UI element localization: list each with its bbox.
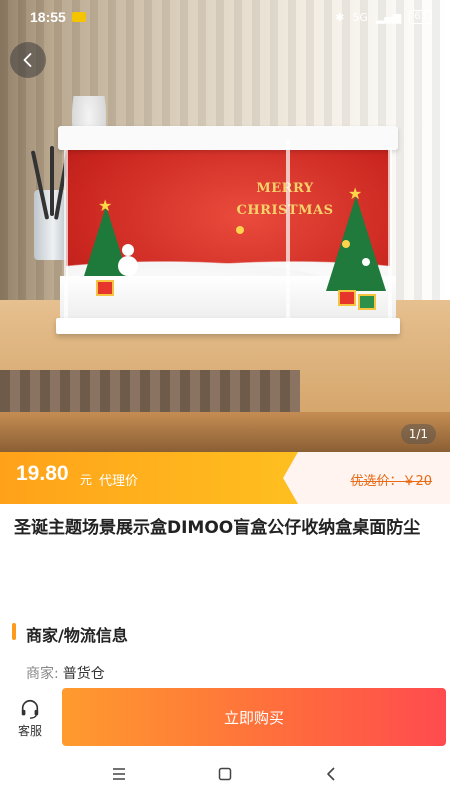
desk-edge <box>0 412 450 452</box>
ornament <box>362 258 370 266</box>
snowman <box>118 256 138 276</box>
gift-box <box>338 290 356 306</box>
original-price: 优选价：￥20 <box>350 474 432 489</box>
triangle-back-icon <box>327 767 335 781</box>
display-box-edge <box>286 140 290 330</box>
menu-icon <box>113 768 125 780</box>
agent-price-label: 代理价 <box>99 474 139 489</box>
price-banner: 19.80 元 代理价 优选价：￥20 <box>0 452 450 504</box>
display-box-base <box>56 318 400 334</box>
product-title: 圣诞主题场景展示盒DIMOO盲盒公仔收纳盒桌面防尘 <box>14 518 421 538</box>
image-counter: 1/1 <box>400 424 436 444</box>
signal-icon: ▂▄▆ <box>375 10 402 24</box>
merchant-key: 商家: <box>26 666 59 682</box>
snowman-head <box>122 244 134 256</box>
headset-icon <box>21 699 39 719</box>
status-bar: 18:55 ✱ 5G ▂▄▆ 63 <box>0 0 450 34</box>
customer-service-label: 客服 <box>17 723 42 738</box>
banner-line: MERRY <box>256 181 314 196</box>
back-button[interactable] <box>10 42 46 78</box>
banner-line: CHRISTMAS <box>236 203 334 218</box>
bluetooth-icon: ✱ <box>335 10 345 24</box>
buy-now-button[interactable]: 立即购买 <box>62 688 446 746</box>
product-image[interactable]: ★ ★ MERRY CHRISTMAS 1/1 <box>0 0 450 452</box>
merchant-section-title: 商家/物流信息 <box>26 626 128 645</box>
merry-christmas-banner: MERRY CHRISTMAS <box>210 178 360 222</box>
nav-back-button[interactable] <box>320 763 342 785</box>
gift-box <box>96 280 114 296</box>
system-nav-bar <box>0 748 450 800</box>
tree-star-icon: ★ <box>98 196 113 215</box>
pen <box>50 146 54 216</box>
ornament <box>342 240 350 248</box>
gift-box <box>358 294 376 310</box>
merchant-value: 普货仓 <box>62 666 105 682</box>
display-box-edge <box>388 148 392 320</box>
chevron-left-icon <box>23 53 32 67</box>
status-time: 18:55 <box>30 9 66 25</box>
price-unit: 元 <box>80 473 93 487</box>
ornament <box>236 226 244 234</box>
nav-menu-button[interactable] <box>108 763 130 785</box>
display-box-edge <box>64 148 68 320</box>
nav-home-button[interactable] <box>214 763 236 785</box>
customer-service-button[interactable]: 客服 <box>6 692 54 744</box>
battery-indicator: 63 <box>409 10 432 24</box>
section-accent-bar <box>12 623 16 640</box>
display-box-lid <box>58 126 398 150</box>
merchant-row: 商家: 普货仓 <box>26 663 105 683</box>
agent-price: 19.80 <box>16 462 69 485</box>
notification-icon <box>71 12 86 22</box>
square-icon <box>218 767 232 781</box>
network-label: 5G <box>352 10 368 24</box>
